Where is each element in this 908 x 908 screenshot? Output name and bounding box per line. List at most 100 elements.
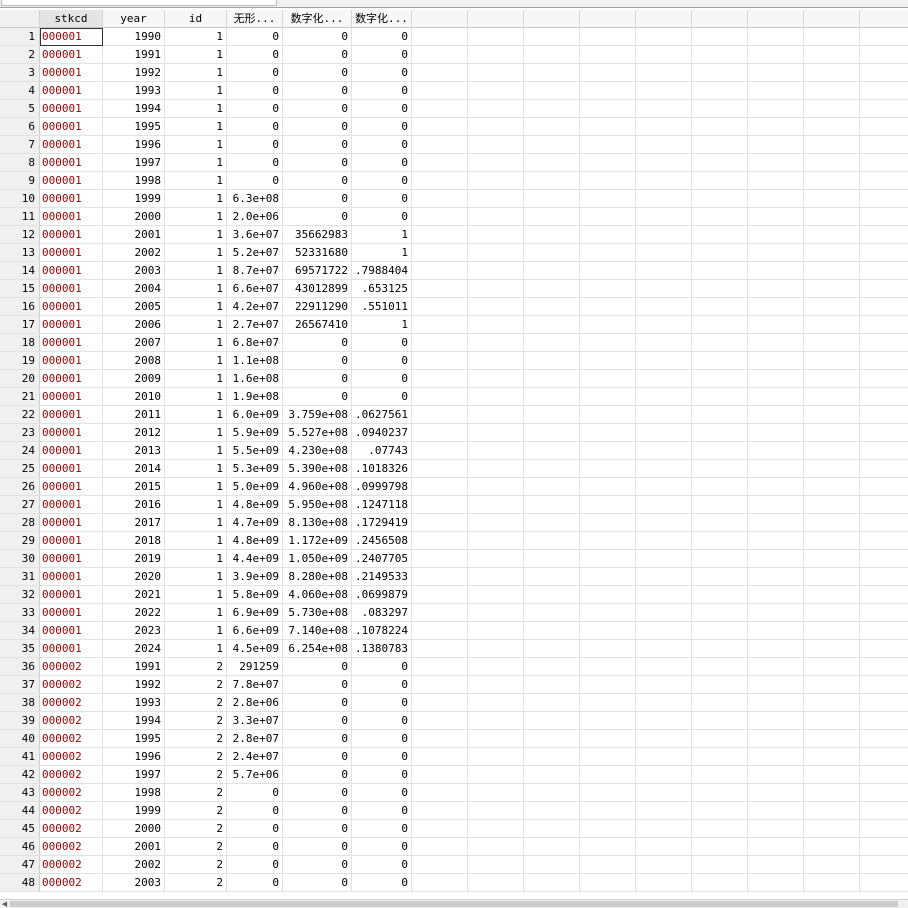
- cell-digital2[interactable]: .1729419: [352, 514, 412, 532]
- empty-cell[interactable]: [468, 478, 524, 496]
- empty-cell[interactable]: [636, 298, 692, 316]
- cell-intangible[interactable]: 0: [227, 118, 283, 136]
- cell-year[interactable]: 1990: [103, 28, 165, 46]
- empty-cell[interactable]: [692, 190, 748, 208]
- row-number[interactable]: 32: [0, 586, 40, 604]
- row-number[interactable]: 3: [0, 64, 40, 82]
- table-row[interactable]: 26 000001 2015 1 5.0e+09 4.960e+08.0999798: [0, 478, 908, 496]
- cell-id[interactable]: 2: [165, 856, 227, 874]
- cell-id[interactable]: 2: [165, 802, 227, 820]
- cell-id[interactable]: 1: [165, 496, 227, 514]
- table-row[interactable]: 38 000002 1993 2 2.8e+06 0 0: [0, 694, 908, 712]
- empty-cell[interactable]: [580, 352, 636, 370]
- cell-intangible[interactable]: 0: [227, 82, 283, 100]
- cell-digital1[interactable]: 0: [283, 730, 352, 748]
- row-number[interactable]: 11: [0, 208, 40, 226]
- empty-cell[interactable]: [468, 604, 524, 622]
- cell-digital1[interactable]: 7.140e+08: [283, 622, 352, 640]
- cell-year[interactable]: 2001: [103, 226, 165, 244]
- empty-cell[interactable]: [748, 748, 804, 766]
- empty-cell[interactable]: [636, 586, 692, 604]
- row-number[interactable]: 8: [0, 154, 40, 172]
- empty-cell[interactable]: [524, 388, 580, 406]
- cell-stkcd[interactable]: 000001: [40, 568, 103, 586]
- cell-stkcd[interactable]: 000001: [40, 118, 103, 136]
- empty-cell[interactable]: [524, 586, 580, 604]
- empty-cell[interactable]: [580, 226, 636, 244]
- cell-stkcd[interactable]: 000001: [40, 46, 103, 64]
- empty-cell[interactable]: [804, 442, 860, 460]
- empty-cell[interactable]: [412, 784, 468, 802]
- empty-cell[interactable]: [468, 802, 524, 820]
- empty-cell[interactable]: [860, 100, 908, 118]
- cell-year[interactable]: 2007: [103, 334, 165, 352]
- table-row[interactable]: 19 000001 2008 1 1.1e+08 0 0: [0, 352, 908, 370]
- empty-cell[interactable]: [692, 820, 748, 838]
- empty-cell[interactable]: [692, 640, 748, 658]
- row-number[interactable]: 1: [0, 28, 40, 46]
- cell-id[interactable]: 2: [165, 766, 227, 784]
- cell-intangible[interactable]: 5.5e+09: [227, 442, 283, 460]
- empty-cell[interactable]: [860, 388, 908, 406]
- empty-cell[interactable]: [636, 28, 692, 46]
- empty-cell[interactable]: [748, 370, 804, 388]
- row-number[interactable]: 37: [0, 676, 40, 694]
- table-row[interactable]: 10 000001 1999 1 6.3e+08 0 0: [0, 190, 908, 208]
- cell-digital2[interactable]: 0: [352, 100, 412, 118]
- cell-year[interactable]: 1996: [103, 136, 165, 154]
- cell-digital2[interactable]: .2149533: [352, 568, 412, 586]
- cell-intangible[interactable]: 0: [227, 136, 283, 154]
- empty-cell[interactable]: [804, 694, 860, 712]
- empty-cell[interactable]: [468, 712, 524, 730]
- grid-corner[interactable]: [0, 10, 40, 28]
- empty-cell[interactable]: [468, 676, 524, 694]
- empty-cell[interactable]: [468, 532, 524, 550]
- empty-cell[interactable]: [748, 550, 804, 568]
- empty-cell[interactable]: [412, 118, 468, 136]
- empty-cell[interactable]: [524, 370, 580, 388]
- empty-cell[interactable]: [692, 46, 748, 64]
- cell-year[interactable]: 2021: [103, 586, 165, 604]
- cell-stkcd[interactable]: 000002: [40, 784, 103, 802]
- cell-intangible[interactable]: 5.3e+09: [227, 460, 283, 478]
- empty-cell[interactable]: [524, 802, 580, 820]
- cell-digital2[interactable]: .2456508: [352, 532, 412, 550]
- cell-intangible[interactable]: 0: [227, 856, 283, 874]
- empty-cell[interactable]: [692, 424, 748, 442]
- cell-year[interactable]: 1993: [103, 82, 165, 100]
- empty-cell[interactable]: [468, 622, 524, 640]
- empty-cell[interactable]: [468, 460, 524, 478]
- empty-cell[interactable]: [524, 262, 580, 280]
- cell-id[interactable]: 2: [165, 820, 227, 838]
- row-number[interactable]: 40: [0, 730, 40, 748]
- empty-cell[interactable]: [524, 820, 580, 838]
- empty-cell[interactable]: [804, 172, 860, 190]
- table-row[interactable]: 41 000002 1996 2 2.4e+07 0 0: [0, 748, 908, 766]
- empty-cell[interactable]: [468, 352, 524, 370]
- empty-column-header[interactable]: [468, 10, 524, 28]
- cell-digital2[interactable]: 0: [352, 82, 412, 100]
- empty-cell[interactable]: [412, 136, 468, 154]
- cell-year[interactable]: 1992: [103, 676, 165, 694]
- empty-cell[interactable]: [748, 154, 804, 172]
- empty-cell[interactable]: [580, 388, 636, 406]
- empty-cell[interactable]: [524, 874, 580, 892]
- row-number[interactable]: 12: [0, 226, 40, 244]
- empty-cell[interactable]: [804, 316, 860, 334]
- cell-year[interactable]: 2004: [103, 280, 165, 298]
- empty-cell[interactable]: [860, 262, 908, 280]
- cell-digital1[interactable]: 8.130e+08: [283, 514, 352, 532]
- empty-cell[interactable]: [748, 118, 804, 136]
- empty-cell[interactable]: [804, 388, 860, 406]
- cell-intangible[interactable]: 4.2e+07: [227, 298, 283, 316]
- cell-digital1[interactable]: 8.280e+08: [283, 568, 352, 586]
- table-row[interactable]: 7 000001 1996 1 0 0 0: [0, 136, 908, 154]
- empty-cell[interactable]: [636, 748, 692, 766]
- empty-cell[interactable]: [524, 550, 580, 568]
- cell-digital2[interactable]: 0: [352, 388, 412, 406]
- cell-stkcd[interactable]: 000001: [40, 334, 103, 352]
- cell-digital1[interactable]: 4.060e+08: [283, 586, 352, 604]
- empty-cell[interactable]: [412, 442, 468, 460]
- empty-cell[interactable]: [580, 550, 636, 568]
- cell-stkcd[interactable]: 000001: [40, 244, 103, 262]
